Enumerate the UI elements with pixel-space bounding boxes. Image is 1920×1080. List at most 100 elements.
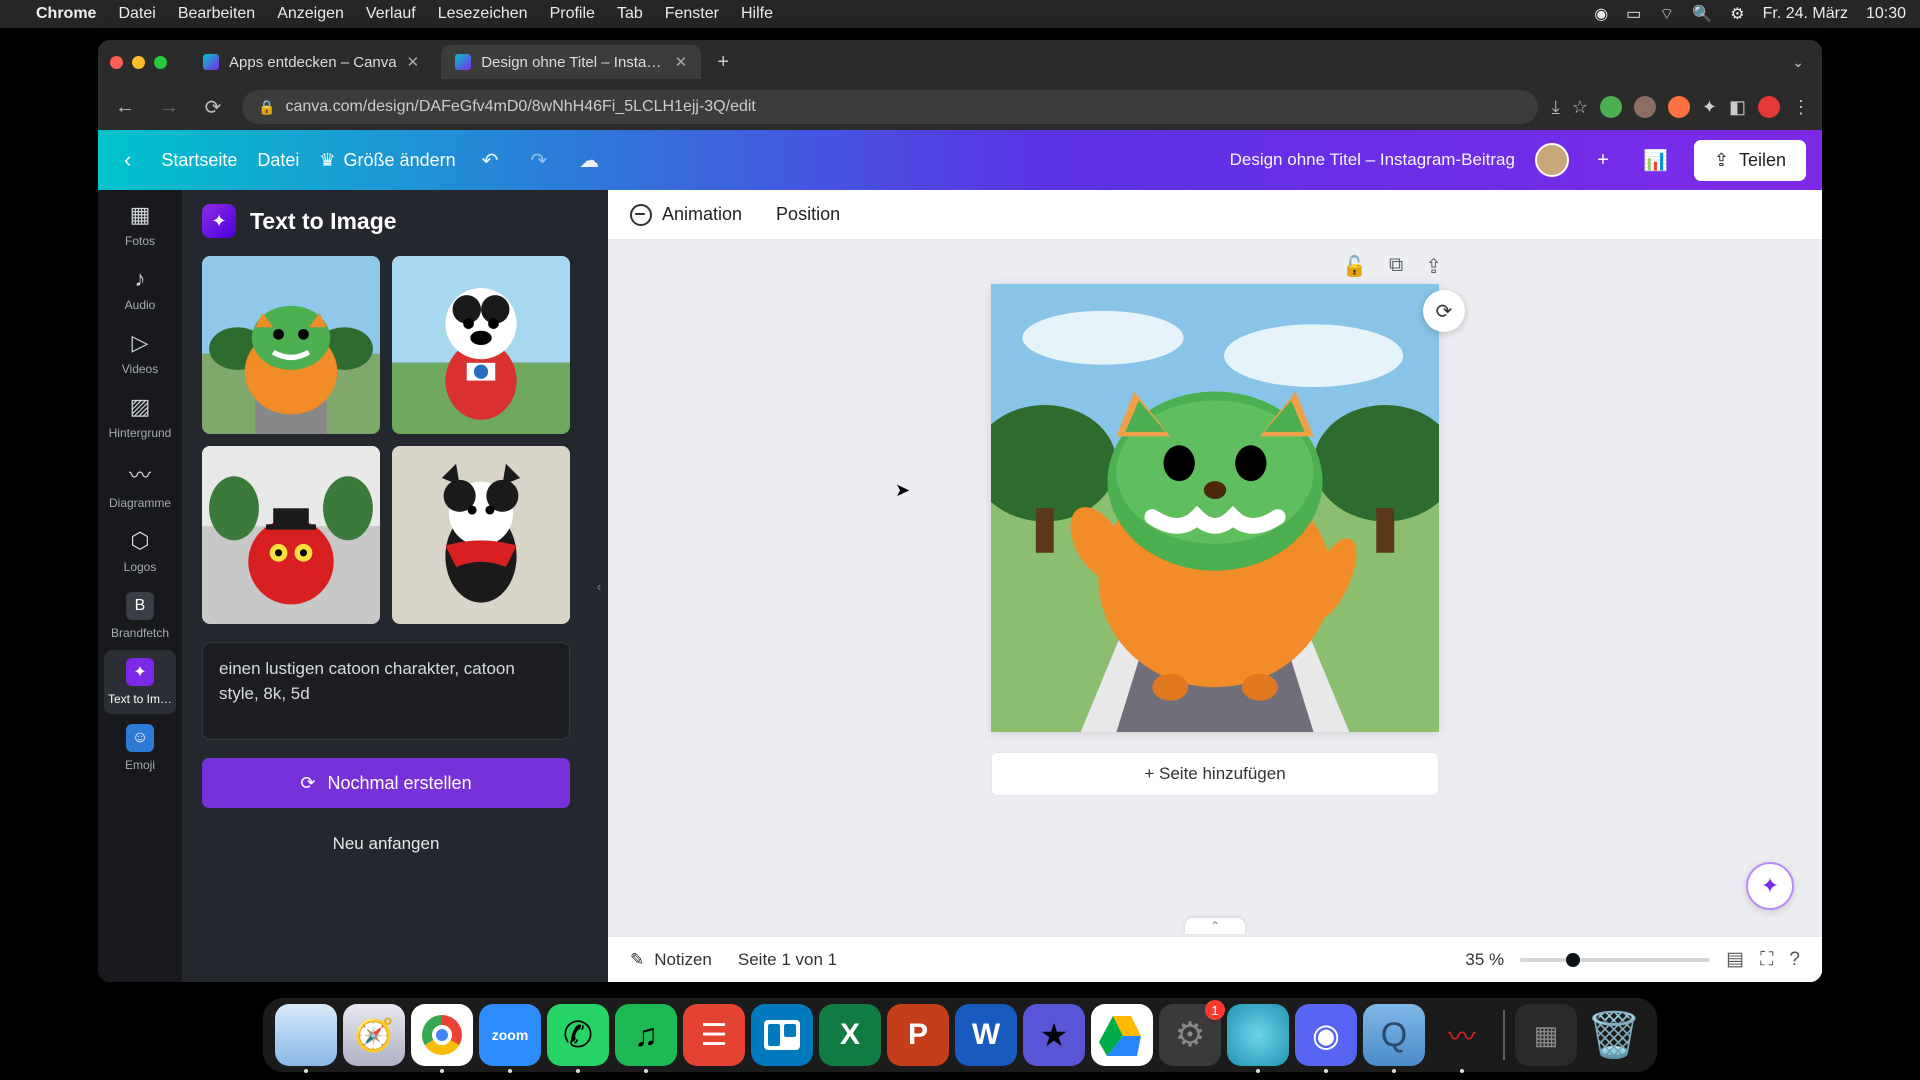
rail-logos[interactable]: ⬡Logos [104,520,176,582]
canvas-stage[interactable]: 🔓 ⧉ ⇪ [608,240,1822,936]
redo-button[interactable]: ↷ [524,144,553,177]
result-thumbnail[interactable] [392,446,570,624]
close-tab-icon[interactable]: ✕ [675,53,688,71]
rail-diagramme[interactable]: 〰Diagramme [104,450,176,518]
menu-bearbeiten[interactable]: Bearbeiten [178,5,255,23]
record-icon[interactable]: ◉ [1594,4,1608,24]
control-center-icon[interactable]: ⚙ [1730,4,1744,24]
profile-avatar-icon[interactable] [1758,96,1780,118]
sidepanel-icon[interactable]: ◧ [1729,97,1746,118]
start-over-button[interactable]: Neu anfangen [202,826,570,862]
animation-button[interactable]: Animation [630,204,742,226]
menubar-time[interactable]: 10:30 [1866,5,1906,23]
browser-tab[interactable]: Design ohne Titel – Instagram-… ✕ [441,45,701,79]
regenerate-fab[interactable]: ⟳ [1423,290,1465,332]
menubar-date[interactable]: Fr. 24. März [1763,5,1848,23]
tab-dropdown-icon[interactable]: ⌄ [1786,48,1810,77]
install-app-icon[interactable]: ⤓ [1552,97,1560,118]
add-page-button[interactable]: + Seite hinzufügen [991,752,1439,796]
dock-app-shortcut[interactable]: ▦ [1515,1004,1577,1066]
bookmark-star-icon[interactable]: ☆ [1572,97,1588,118]
minimize-window-button[interactable] [132,56,145,69]
resize-menu[interactable]: ♛ Größe ändern [319,150,455,171]
menu-datei[interactable]: Datei [118,5,155,23]
maximize-window-button[interactable] [154,56,167,69]
menu-fenster[interactable]: Fenster [665,5,719,23]
battery-icon[interactable]: ▭ [1626,4,1641,24]
magic-assist-button[interactable]: ✦ [1746,862,1794,910]
menu-anzeigen[interactable]: Anzeigen [277,5,344,23]
duplicate-page-icon[interactable]: ⧉ [1389,254,1403,279]
dock-chrome[interactable] [411,1004,473,1066]
rail-text-to-image[interactable]: ✦Text to Im… [104,650,176,714]
rail-brandfetch[interactable]: BBrandfetch [104,584,176,648]
dock-finder[interactable] [275,1004,337,1066]
dock-safari[interactable]: 🧭 [343,1004,405,1066]
slider-knob[interactable] [1566,953,1580,967]
grid-view-icon[interactable]: ▤ [1726,948,1744,971]
dock-google-drive[interactable] [1091,1004,1153,1066]
back-chevron-icon[interactable]: ‹ [114,141,141,179]
insights-icon[interactable]: 📊 [1637,142,1674,179]
menu-profile[interactable]: Profile [550,5,595,23]
notes-button[interactable]: ✎ Notizen [630,950,712,970]
dock-zoom[interactable]: zoom [479,1004,541,1066]
close-tab-icon[interactable]: ✕ [407,53,420,71]
dock-whatsapp[interactable]: ✆ [547,1004,609,1066]
page-drawer-handle[interactable]: ⌃ [1185,918,1245,934]
forward-button[interactable]: → [154,92,184,122]
dock-excel[interactable]: X [819,1004,881,1066]
page-indicator[interactable]: Seite 1 von 1 [738,950,837,970]
help-icon[interactable]: ? [1789,949,1800,971]
dock-trello[interactable] [751,1004,813,1066]
result-thumbnail[interactable] [392,256,570,434]
dock-word[interactable]: W [955,1004,1017,1066]
prompt-textarea[interactable]: einen lustigen catoon charakter, catoon … [202,642,570,740]
rail-audio[interactable]: ♪Audio [104,258,176,320]
dock-imovie[interactable]: ★ [1023,1004,1085,1066]
dock-voice-memos[interactable]: 〰 [1431,1004,1493,1066]
address-bar[interactable]: 🔒 canva.com/design/DAFeGfv4mD0/8wNhH46Fi… [242,90,1538,124]
dock-discord[interactable]: ◉ [1295,1004,1357,1066]
extension-icon[interactable] [1600,96,1622,118]
artboard[interactable]: ⟳ [991,284,1439,732]
extension-icon[interactable] [1634,96,1656,118]
share-button[interactable]: ⇪ Teilen [1694,140,1806,181]
dock-powerpoint[interactable]: P [887,1004,949,1066]
zoom-level[interactable]: 35 % [1465,950,1504,970]
spotlight-icon[interactable]: 🔍 [1692,4,1712,24]
menu-lesezeichen[interactable]: Lesezeichen [438,5,528,23]
design-title[interactable]: Design ohne Titel – Instagram-Beitrag [1230,150,1515,170]
result-thumbnail[interactable] [202,256,380,434]
menu-tab[interactable]: Tab [617,5,643,23]
menu-hilfe[interactable]: Hilfe [741,5,773,23]
reload-button[interactable]: ⟳ [198,92,228,122]
result-thumbnail[interactable] [202,446,380,624]
collapse-panel-handle[interactable]: ‹ [590,190,608,982]
rail-emoji[interactable]: ☺Emoji [104,716,176,780]
rail-fotos[interactable]: ▦Fotos [104,194,176,256]
regenerate-button[interactable]: ⟳ Nochmal erstellen [202,758,570,808]
lock-page-icon[interactable]: 🔓 [1342,254,1367,279]
dock-app-generic[interactable] [1227,1004,1289,1066]
dock-todoist[interactable]: ☰ [683,1004,745,1066]
dock-trash[interactable]: 🗑️ [1583,1004,1645,1066]
zoom-slider[interactable] [1520,958,1710,962]
back-button[interactable]: ← [110,92,140,122]
cloud-sync-icon[interactable]: ☁ [573,144,605,177]
undo-button[interactable]: ↶ [476,144,505,177]
file-menu[interactable]: Datei [257,150,299,171]
menubar-app-name[interactable]: Chrome [36,5,96,23]
home-link[interactable]: Startseite [161,150,237,171]
extensions-puzzle-icon[interactable]: ✦ [1702,97,1717,118]
export-page-icon[interactable]: ⇪ [1425,254,1442,279]
dock-quicktime[interactable]: Q [1363,1004,1425,1066]
add-collaborator-button[interactable]: + [1589,146,1617,174]
wifi-icon[interactable]: ⌔ [1659,4,1674,24]
chrome-menu-icon[interactable]: ⋮ [1792,97,1810,118]
menu-verlauf[interactable]: Verlauf [366,5,416,23]
rail-hintergrund[interactable]: ▨Hintergrund [104,386,176,448]
extension-icon[interactable] [1668,96,1690,118]
fullscreen-icon[interactable]: ⛶ [1760,949,1773,971]
dock-settings[interactable]: ⚙1 [1159,1004,1221,1066]
